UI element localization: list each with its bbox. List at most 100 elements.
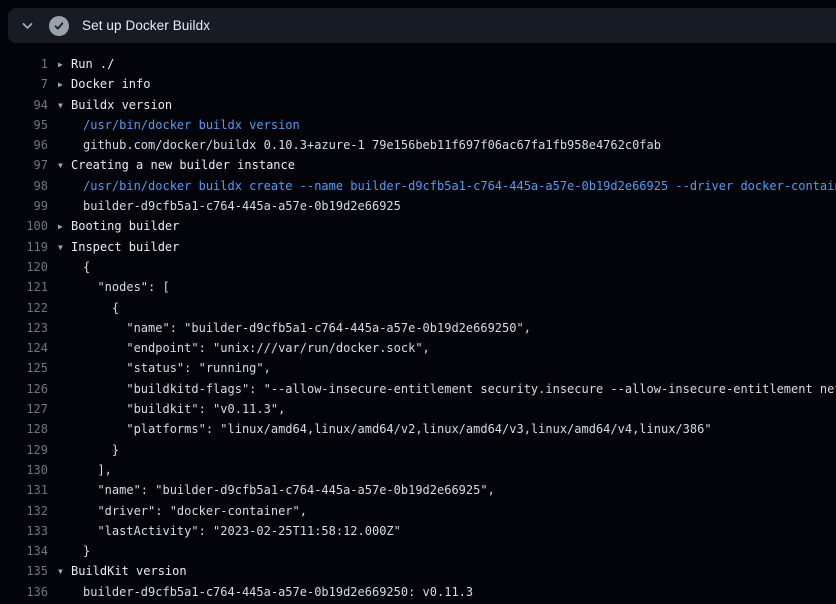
line-number[interactable]: 128: [0, 419, 48, 439]
log: 1▶Run ./7▶Docker info94▼Buildx version95…: [0, 43, 836, 604]
line-number[interactable]: 129: [0, 440, 48, 460]
line-number[interactable]: 120: [0, 257, 48, 277]
log-line: 125 "status": "running",: [0, 358, 836, 378]
triangle-down-icon[interactable]: ▼: [58, 156, 71, 176]
log-group-header[interactable]: ▼BuildKit version: [58, 561, 187, 581]
log-output-text: builder-d9cfb5a1-c764-445a-a57e-0b19d2e6…: [58, 582, 473, 602]
line-number[interactable]: 135: [0, 561, 48, 581]
log-line: 136 builder-d9cfb5a1-c764-445a-a57e-0b19d…: [0, 582, 836, 602]
log-output-text: "platforms": "linux/amd64,linux/amd64/v2…: [58, 419, 712, 439]
triangle-down-icon[interactable]: ▼: [58, 562, 71, 582]
log-output-text: "name": "builder-d9cfb5a1-c764-445a-a57e…: [58, 318, 531, 338]
log-line: 131 "name": "builder-d9cfb5a1-c764-445a-…: [0, 480, 836, 500]
line-number[interactable]: 97: [0, 155, 48, 175]
log-line: 99 builder-d9cfb5a1-c764-445a-a57e-0b19d2…: [0, 196, 836, 216]
log-line: 129 }: [0, 440, 836, 460]
log-line: 133 "lastActivity": "2023-02-25T11:58:12…: [0, 521, 836, 541]
line-number[interactable]: 134: [0, 541, 48, 561]
log-line: 95/usr/bin/docker buildx version: [0, 115, 836, 135]
log-output-text: "driver": "docker-container",: [58, 501, 307, 521]
log-group-header[interactable]: ▼Inspect builder: [58, 237, 179, 257]
line-number[interactable]: 136: [0, 582, 48, 602]
line-number[interactable]: 95: [0, 115, 48, 135]
line-number[interactable]: 125: [0, 358, 48, 378]
line-number[interactable]: 126: [0, 379, 48, 399]
log-group-header[interactable]: ▶Run ./: [58, 54, 114, 74]
line-number[interactable]: 127: [0, 399, 48, 419]
log-line: 119 ▼Inspect builder: [0, 237, 836, 257]
log-command-text: /usr/bin/docker buildx create --name bui…: [58, 176, 836, 196]
log-line: 7 ▶Docker info: [0, 74, 836, 94]
log-line: 132 "driver": "docker-container",: [0, 501, 836, 521]
line-number[interactable]: 98: [0, 176, 48, 196]
log-line: 1 ▶Run ./: [0, 54, 836, 74]
line-number[interactable]: 7: [0, 74, 48, 94]
group-title: Inspect builder: [71, 240, 179, 254]
log-output-text: }: [58, 440, 119, 460]
line-number[interactable]: 122: [0, 298, 48, 318]
log-output-text: builder-d9cfb5a1-c764-445a-a57e-0b19d2e6…: [58, 196, 401, 216]
line-number[interactable]: 1: [0, 54, 48, 74]
log-output-text: }: [58, 541, 90, 561]
log-output-text: "endpoint": "unix:///var/run/docker.sock…: [58, 338, 430, 358]
log-line: 134}: [0, 541, 836, 561]
group-title: Run ./: [71, 57, 114, 71]
log-line: 126 "buildkitd-flags": "--allow-insecure…: [0, 379, 836, 399]
log-output-text: "status": "running",: [58, 358, 271, 378]
log-line: 94 ▼Buildx version: [0, 95, 836, 115]
line-number[interactable]: 119: [0, 237, 48, 257]
log-output-text: "lastActivity": "2023-02-25T11:58:12.000…: [58, 521, 401, 541]
step-header[interactable]: Set up Docker Buildx: [8, 8, 836, 43]
line-number[interactable]: 100: [0, 216, 48, 236]
line-number[interactable]: 131: [0, 480, 48, 500]
line-number[interactable]: 121: [0, 277, 48, 297]
log-line: 128 "platforms": "linux/amd64,linux/amd6…: [0, 419, 836, 439]
log-output-text: "nodes": [: [58, 277, 170, 297]
log-group-header[interactable]: ▼Buildx version: [58, 95, 172, 115]
line-number[interactable]: 94: [0, 95, 48, 115]
triangle-down-icon[interactable]: ▼: [58, 238, 71, 258]
triangle-right-icon[interactable]: ▶: [58, 55, 71, 75]
log-output-text: "buildkit": "v0.11.3",: [58, 399, 285, 419]
group-title: Creating a new builder instance: [71, 158, 295, 172]
log-output-text: {: [58, 298, 119, 318]
log-output-text: ],: [58, 460, 112, 480]
log-line: 127 "buildkit": "v0.11.3",: [0, 399, 836, 419]
log-line: 120 {: [0, 257, 836, 277]
log-line: 100 ▶Booting builder: [0, 216, 836, 236]
log-command-text: /usr/bin/docker buildx version: [58, 115, 300, 135]
line-number[interactable]: 124: [0, 338, 48, 358]
log-line: 97 ▼Creating a new builder instance: [0, 155, 836, 175]
line-number[interactable]: 96: [0, 135, 48, 155]
log-output-text: "name": "builder-d9cfb5a1-c764-445a-a57e…: [58, 480, 495, 500]
triangle-right-icon[interactable]: ▶: [58, 217, 71, 237]
log-line: 96 github.com/docker/buildx 0.10.3+azure-…: [0, 135, 836, 155]
triangle-right-icon[interactable]: ▶: [58, 75, 71, 95]
line-number[interactable]: 133: [0, 521, 48, 541]
line-number[interactable]: 132: [0, 501, 48, 521]
log-output-text: {: [58, 257, 90, 277]
log-line: 121 "nodes": [: [0, 277, 836, 297]
log-line: 98/usr/bin/docker buildx create --name b…: [0, 176, 836, 196]
line-number[interactable]: 130: [0, 460, 48, 480]
log-group-header[interactable]: ▼Creating a new builder instance: [58, 155, 295, 175]
group-title: Buildx version: [71, 98, 172, 112]
log-output-text: github.com/docker/buildx 0.10.3+azure-1 …: [58, 135, 661, 155]
log-line: 130 ],: [0, 460, 836, 480]
log-line: 135 ▼BuildKit version: [0, 561, 836, 581]
log-line: 122 {: [0, 298, 836, 318]
chevron-down-icon[interactable]: [20, 19, 34, 33]
line-number[interactable]: 123: [0, 318, 48, 338]
log-output-text: "buildkitd-flags": "--allow-insecure-ent…: [58, 379, 836, 399]
group-title: BuildKit version: [71, 564, 187, 578]
log-group-header[interactable]: ▶Booting builder: [58, 216, 179, 236]
log-group-header[interactable]: ▶Docker info: [58, 74, 150, 94]
check-circle-icon: [49, 16, 69, 36]
step-title: Set up Docker Buildx: [82, 18, 210, 33]
group-title: Booting builder: [71, 219, 179, 233]
group-title: Docker info: [71, 77, 150, 91]
triangle-down-icon[interactable]: ▼: [58, 96, 71, 116]
line-number[interactable]: 99: [0, 196, 48, 216]
log-line: 124 "endpoint": "unix:///var/run/docker.…: [0, 338, 836, 358]
log-line: 123 "name": "builder-d9cfb5a1-c764-445a-…: [0, 318, 836, 338]
